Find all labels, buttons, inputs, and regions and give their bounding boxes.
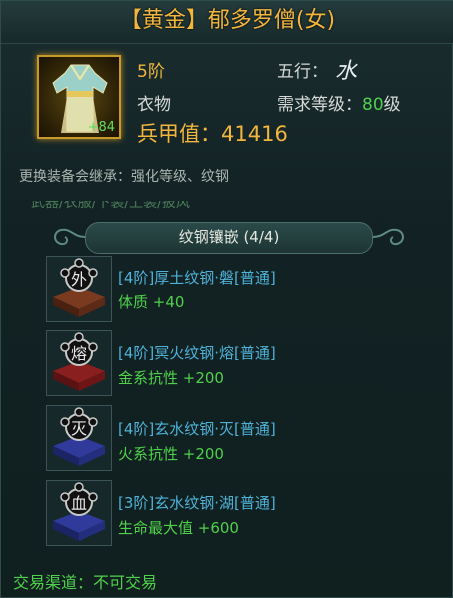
level-label: 需求等级： (277, 95, 362, 115)
svg-text:外: 外 (71, 270, 87, 289)
fire-gem-icon: 熔 (53, 332, 105, 391)
gem-stat-1: 体质 +40 (118, 293, 185, 311)
item-category: 衣物 (137, 95, 171, 115)
armor-value: 41416 (221, 122, 288, 146)
armor-score: 兵甲值：41416 (137, 118, 288, 148)
gem-name-1: [4阶]厚土纹钢·磐[普通] (118, 269, 276, 287)
blood-gem-icon: 血 (53, 482, 105, 541)
trade-channel: 交易渠道：不可交易 (13, 573, 158, 592)
armor-label: 兵甲值： (137, 122, 221, 146)
gem-slot-4[interactable]: 血 (46, 480, 112, 546)
level-requirement: 需求等级：80级 (277, 90, 401, 115)
item-icon-robe[interactable]: +84 (37, 55, 121, 139)
water-element-icon: 水 (335, 59, 358, 84)
gem-stat-2: 金系抗性 +200 (118, 369, 224, 387)
gem-slot-1[interactable]: 外 (46, 256, 112, 322)
gem-name-4: [3阶]玄水纹钢·湖[普通] (118, 494, 276, 512)
gem-slot-2[interactable]: 熔 (46, 330, 112, 396)
left-ornament-icon (54, 228, 85, 246)
gem-name-3: [4阶]玄水纹钢·灭[普通] (118, 420, 276, 438)
right-ornament-icon (373, 228, 404, 246)
water-gem-icon: 灭 (53, 407, 105, 466)
gem-slot-3[interactable]: 灭 (46, 405, 112, 471)
clipped-slot-text: 武器/衣服/下装/上装/披风 (31, 201, 190, 211)
level-unit: 级 (383, 95, 401, 115)
gem-stat-4: 生命最大值 +600 (118, 519, 239, 537)
element-label: 五行： (277, 62, 328, 82)
gem-stat-3: 火系抗性 +200 (118, 445, 224, 463)
gem-name-2: [4阶]冥火纹钢·熔[普通] (118, 344, 276, 362)
enhance-badge: +84 (87, 120, 115, 135)
item-tooltip-panel: 【黄金】郁多罗僧(女) +84 5阶 五行： 水 衣物 需求等级：80级 兵甲值… (0, 0, 453, 598)
inherit-note: 更换装备会继承：强化等级、纹钢 (19, 169, 229, 185)
earth-gem-icon: 外 (53, 258, 105, 317)
svg-text:灭: 灭 (71, 419, 87, 438)
section-title: 纹钢镶嵌 (4/4) (178, 228, 280, 246)
item-tier: 5阶 (137, 62, 165, 82)
level-value: 80 (362, 95, 384, 115)
svg-text:血: 血 (71, 494, 87, 513)
svg-text:熔: 熔 (71, 344, 87, 363)
item-title: 【黄金】郁多罗僧(女) (1, 1, 453, 44)
